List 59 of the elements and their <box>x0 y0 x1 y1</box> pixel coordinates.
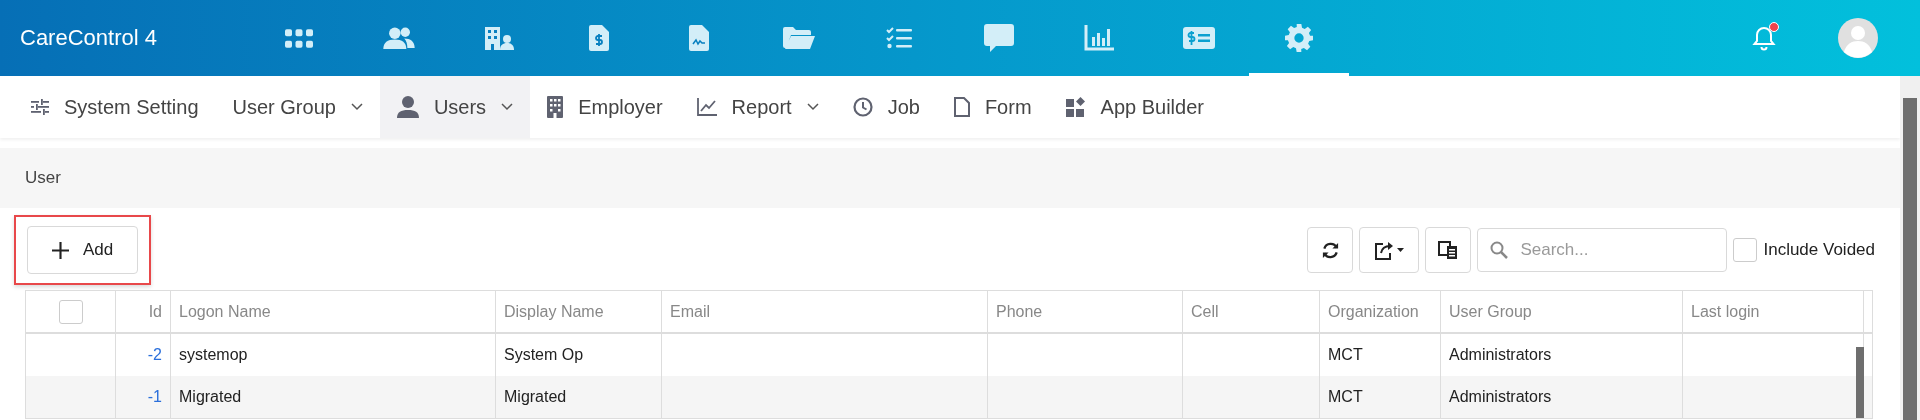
menu-item[interactable]: System Setting <box>14 76 216 138</box>
chat-icon <box>984 24 1014 52</box>
menu-item[interactable]: Form <box>936 76 1049 138</box>
menu-item[interactable]: Employer <box>530 76 680 138</box>
export-icon <box>1374 240 1405 260</box>
table-cell: Administrators <box>1441 376 1683 418</box>
columns-icon <box>1438 241 1459 259</box>
refresh-button[interactable] <box>1307 227 1354 273</box>
money-card-icon <box>1183 27 1215 49</box>
user-avatar[interactable] <box>1838 18 1878 58</box>
blocks-icon <box>1065 97 1086 117</box>
column-header[interactable]: Last login <box>1683 291 1864 332</box>
search-field[interactable]: Search... <box>1477 228 1728 272</box>
apps-icon <box>285 28 313 48</box>
checkbox-label: Include Voided <box>1763 240 1875 260</box>
table-cell: Migrated <box>496 376 662 418</box>
menu-item[interactable]: Job <box>835 76 937 138</box>
settings-icon <box>1285 24 1313 52</box>
column-header[interactable]: Logon Name <box>171 291 496 332</box>
clock-icon <box>852 97 873 117</box>
building-icon <box>547 96 564 118</box>
table-cell: Migrated <box>171 376 496 418</box>
app-title: CareControl 4 <box>20 25 158 51</box>
refresh-icon <box>1320 240 1340 260</box>
table-scrollbar[interactable] <box>1856 347 1864 418</box>
column-header[interactable]: Phone <box>988 291 1183 332</box>
person-icon <box>396 96 419 118</box>
export-button[interactable] <box>1359 227 1420 273</box>
column-header[interactable]: Display Name <box>496 291 662 332</box>
add-button[interactable]: Add <box>27 226 139 274</box>
folder-icon <box>783 26 815 50</box>
bar-chart-icon <box>1084 25 1114 51</box>
column-header[interactable]: Organization <box>1320 291 1441 332</box>
select-all-checkbox[interactable] <box>58 299 83 324</box>
invoice-dollar-icon <box>589 25 609 51</box>
column-header[interactable]: User Group <box>1441 291 1683 332</box>
columns-button[interactable] <box>1425 227 1472 273</box>
notification-bell-icon[interactable] <box>1752 24 1776 52</box>
page-title: User <box>25 168 61 188</box>
scrollbar[interactable] <box>1900 76 1920 420</box>
column-header[interactable]: Email <box>662 291 988 332</box>
id-link[interactable]: -1 <box>116 376 171 418</box>
plus-icon <box>52 241 69 259</box>
column-header[interactable]: Cell <box>1183 291 1320 332</box>
checklist-icon <box>886 27 912 49</box>
menu-item[interactable]: User Group <box>215 76 380 138</box>
line-chart-icon <box>696 98 717 116</box>
menu-item[interactable]: Users <box>379 76 531 138</box>
signed-document-icon <box>689 25 709 51</box>
column-header[interactable]: Id <box>116 291 171 332</box>
document-icon <box>953 97 970 117</box>
people-icon <box>383 26 415 50</box>
menu-item[interactable]: Report <box>679 76 836 138</box>
table-cell: MCT <box>1320 376 1441 418</box>
search-icon <box>1490 241 1509 259</box>
menu-item[interactable]: App Builder <box>1048 76 1221 138</box>
building-person-icon <box>484 25 514 51</box>
include-voided-checkbox[interactable] <box>1733 238 1758 262</box>
sliders-icon <box>31 99 49 115</box>
